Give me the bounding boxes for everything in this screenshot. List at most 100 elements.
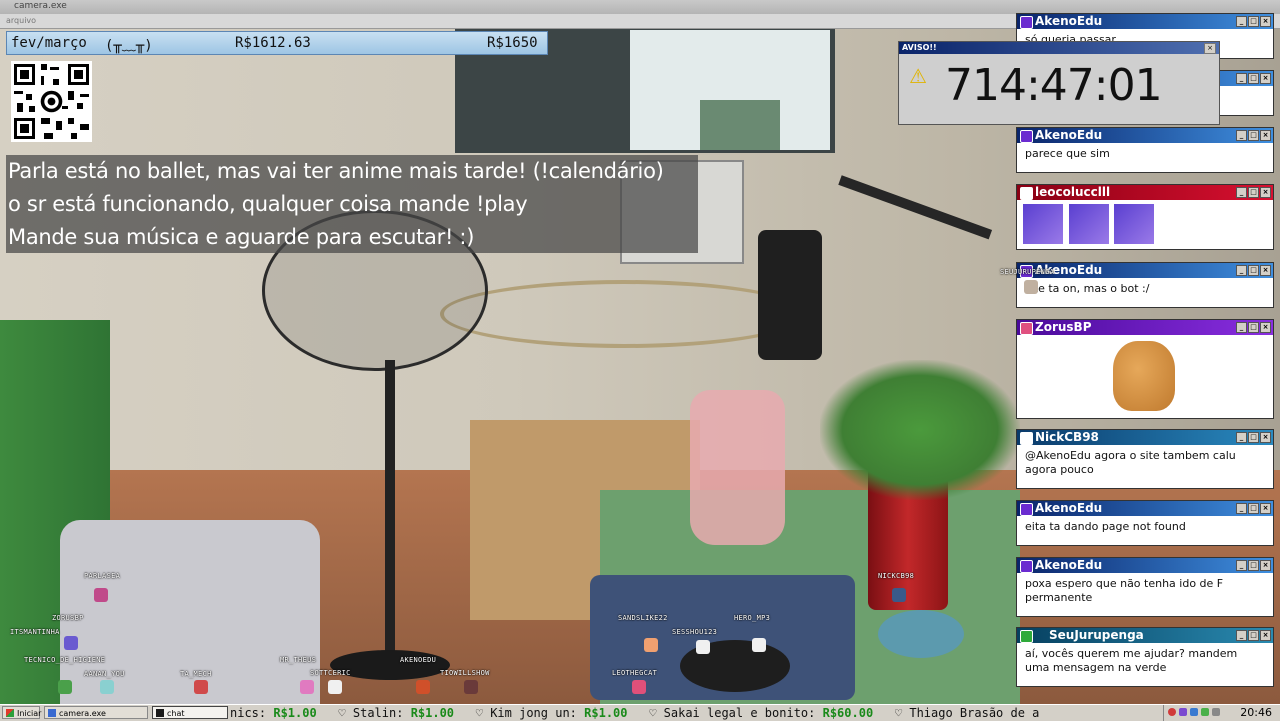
viewer-avatar	[892, 588, 906, 602]
minimize-icon[interactable]: _	[1236, 630, 1247, 641]
goal-month-label: fev/março	[11, 35, 87, 51]
close-icon[interactable]: ×	[1260, 130, 1271, 141]
maximize-icon[interactable]: □	[1248, 630, 1259, 641]
tray-app-icon[interactable]	[1168, 708, 1176, 716]
chat-message-header: AkenoEdu _ □ ×	[1017, 128, 1273, 143]
overlay-line: Parla está no ballet, mas vai ter anime …	[8, 159, 664, 183]
close-icon[interactable]: ×	[1260, 630, 1271, 641]
minimize-icon[interactable]: _	[1236, 432, 1247, 443]
maximize-icon[interactable]: □	[1248, 503, 1259, 514]
heart-icon: ♡	[894, 706, 903, 720]
viewer-avatar	[194, 680, 208, 694]
viewer-tag: SOTTCERIC	[310, 669, 351, 677]
chat-username: AkenoEdu	[1035, 14, 1103, 28]
viewer-tag: ITSMANTINHA	[10, 628, 60, 636]
warning-icon: ⚠	[909, 64, 927, 88]
countdown-window: AVISO!! × ⚠ 714:47:01	[898, 41, 1220, 125]
close-icon[interactable]: ×	[1260, 503, 1271, 514]
viewer-avatar	[328, 680, 342, 694]
tray-app-icon[interactable]	[1201, 708, 1209, 716]
ticker-amount: R$1.00	[410, 706, 455, 720]
taskbar-window-chat[interactable]: chat	[152, 706, 228, 719]
heart-icon: ♡	[475, 706, 483, 720]
maximize-icon[interactable]: □	[1248, 432, 1259, 443]
windows-logo-icon	[6, 709, 14, 717]
ticker-amount: R$60.00	[822, 706, 874, 720]
minimize-icon[interactable]: _	[1236, 560, 1247, 571]
minimize-icon[interactable]: _	[1236, 187, 1247, 198]
qr-code	[11, 61, 92, 142]
ticker-donor: Thiago Brasão de a	[909, 706, 1040, 720]
menu-item-arquivo[interactable]: arquivo	[6, 16, 36, 25]
chat-image-content	[1017, 335, 1273, 415]
close-icon[interactable]: ×	[1260, 560, 1271, 571]
chat-message-text: eita ta dando page not found	[1025, 520, 1186, 533]
viewer-tag: ZORUSBP	[52, 614, 84, 622]
maximize-icon[interactable]: □	[1248, 265, 1259, 276]
maximize-icon[interactable]: □	[1248, 187, 1259, 198]
close-icon[interactable]: ×	[1260, 265, 1271, 276]
chat-message-text: aí, vocês querem me ajudar? mandem uma m…	[1025, 647, 1238, 674]
doge-emote-icon	[1023, 204, 1063, 244]
countdown-clock: 714:47:01	[945, 60, 1163, 111]
chat-app-icon	[156, 709, 164, 717]
maximize-icon[interactable]: □	[1248, 560, 1259, 571]
viewer-avatar	[300, 680, 314, 694]
heart-icon: ♡	[338, 706, 346, 720]
twitch-badge-icon	[1020, 16, 1033, 29]
taskbar-window-label: camera.exe	[59, 709, 106, 718]
maximize-icon[interactable]: □	[1248, 16, 1259, 27]
vip-badge-icon	[1020, 187, 1033, 200]
window-title: camera.exe	[14, 1, 67, 11]
app-titlebar[interactable]: camera.exe	[0, 0, 1280, 14]
chat-message-text: site ta on, mas o bot :/	[1025, 282, 1150, 295]
chat-message-text: poxa espero que não tenha ido de F perma…	[1025, 577, 1224, 604]
close-icon[interactable]: ×	[1260, 187, 1271, 198]
maximize-icon[interactable]: □	[1248, 322, 1259, 333]
minimize-icon[interactable]: _	[1236, 130, 1247, 141]
countdown-window-title: AVISO!!	[902, 43, 937, 52]
viewer-avatar	[464, 680, 478, 694]
close-icon[interactable]: ×	[1260, 73, 1271, 84]
tray-app-icon[interactable]	[1190, 708, 1198, 716]
taskbar-clock[interactable]: 20:46	[1240, 706, 1272, 719]
close-icon[interactable]: ×	[1204, 43, 1216, 54]
donation-goal-bar: fev/março (╥﹏╥) R$1612.63 R$1650	[6, 31, 548, 55]
chat-username: ZorusBP	[1035, 320, 1092, 334]
close-icon[interactable]: ×	[1260, 432, 1271, 443]
minimize-icon[interactable]: _	[1236, 73, 1247, 84]
maximize-icon[interactable]: □	[1248, 130, 1259, 141]
taskbar-window-label: chat	[167, 709, 185, 718]
chat-username: AkenoEdu	[1035, 128, 1103, 142]
volume-icon[interactable]	[1212, 708, 1220, 716]
close-icon[interactable]: ×	[1260, 16, 1271, 27]
chat-message-text: @AkenoEdu agora o site tambem calu agora…	[1025, 449, 1236, 476]
minimize-icon[interactable]: _	[1236, 503, 1247, 514]
system-tray: 20:46	[1163, 705, 1280, 721]
chat-username: AkenoEdu	[1035, 501, 1103, 515]
ticker-amount: R$1.00	[273, 706, 317, 720]
maximize-icon[interactable]: □	[1248, 73, 1259, 84]
doge-emote-icon	[1114, 204, 1154, 244]
viewer-tag: HERO_MP3	[734, 614, 771, 622]
chat-message-window: AkenoEdu _ □ × parece que sim	[1016, 127, 1274, 173]
taskbar-window-camera[interactable]: camera.exe	[44, 706, 148, 719]
minimize-icon[interactable]: _	[1236, 265, 1247, 276]
start-button[interactable]: Iniciar	[2, 706, 41, 719]
chat-message-header: AkenoEdu _ □ ×	[1017, 14, 1273, 29]
viewer-tag: TA_MECH	[180, 670, 212, 678]
viewer-avatar	[100, 680, 114, 694]
viewer-avatar	[752, 638, 766, 652]
viewer-avatar	[64, 636, 78, 650]
viewer-avatar	[416, 680, 430, 694]
tray-app-icon[interactable]	[1179, 708, 1187, 716]
chat-emote-row	[1017, 200, 1273, 252]
chat-username: AkenoEdu	[1035, 558, 1103, 572]
close-icon[interactable]: ×	[1260, 322, 1271, 333]
viewer-tag: TECNICO_DE_HIGIENE	[24, 656, 106, 664]
camera-app-icon	[48, 709, 56, 717]
viewer-tag: SEUJURUPENGA	[1000, 268, 1055, 276]
countdown-window-titlebar[interactable]: AVISO!! ×	[899, 42, 1219, 54]
minimize-icon[interactable]: _	[1236, 16, 1247, 27]
minimize-icon[interactable]: _	[1236, 322, 1247, 333]
